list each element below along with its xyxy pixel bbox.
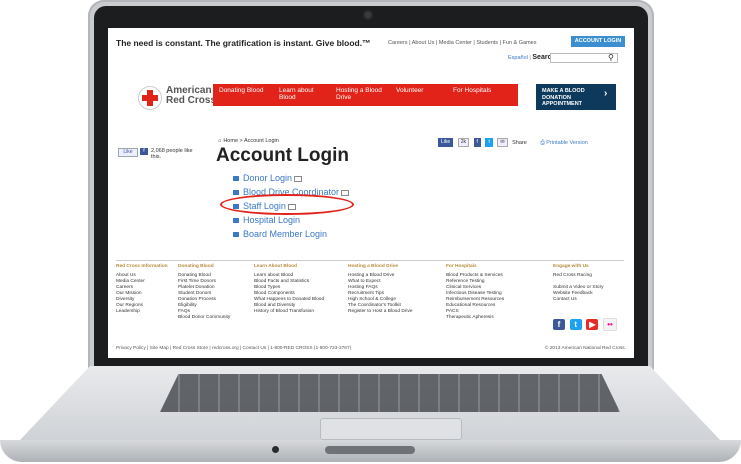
external-link-icon xyxy=(294,175,303,182)
account-login-button[interactable]: ACCOUNT LOGIN xyxy=(571,36,625,47)
laptop-base xyxy=(0,362,741,464)
top-links[interactable]: Careers | About Us | Media Center | Stud… xyxy=(388,40,536,46)
keyboard-deck xyxy=(20,366,720,440)
nav-learn-about-blood[interactable]: Learn about Blood xyxy=(279,87,323,101)
like-button[interactable]: Like xyxy=(438,138,454,147)
power-led-icon xyxy=(272,446,279,453)
printable-version-link[interactable]: ⎙ Printable Version xyxy=(540,140,588,146)
webcam-icon xyxy=(365,12,371,18)
facebook-icon[interactable]: f xyxy=(553,319,565,330)
facebook-icon: f xyxy=(140,148,148,155)
breadcrumb-text[interactable]: Home > Account Login xyxy=(223,138,279,144)
footer-link[interactable]: Blood Donor Community xyxy=(178,315,250,321)
nav-volunteer[interactable]: Volunteer xyxy=(396,87,446,94)
donor-login-link[interactable]: Donor Login xyxy=(233,173,349,187)
twitter-icon[interactable]: t xyxy=(569,319,582,330)
share-bar: Like 2k f t ✉ Share ⎙ Printable Version xyxy=(438,138,588,147)
bullet-icon xyxy=(233,232,239,238)
make-appointment-button[interactable]: MAKE A BLOOD DONATION APPOINTMENT › xyxy=(536,84,616,110)
cta-label: MAKE A BLOOD DONATION APPOINTMENT xyxy=(542,88,585,107)
people-like-text: 2,068 people like this. xyxy=(151,148,193,160)
footer-col-donating: Donating Blood Donating Blood First Time… xyxy=(178,264,250,321)
laptop-lid: The need is constant. The gratification … xyxy=(88,0,654,372)
footer-link[interactable]: History of Blood Transfusion xyxy=(254,309,344,315)
screen-bezel: The need is constant. The gratification … xyxy=(94,6,648,368)
logo-text: American Red Cross xyxy=(166,86,216,106)
tagline: The need is constant. The gratification … xyxy=(116,38,371,48)
red-cross-icon xyxy=(138,86,162,110)
keyboard xyxy=(160,374,620,412)
redcross-page: The need is constant. The gratification … xyxy=(108,28,634,358)
login-label: Donor Login xyxy=(243,173,293,183)
trackpad xyxy=(320,418,462,440)
login-label: Board Member Login xyxy=(243,229,328,239)
legal-footer: Privacy Policy | Site Map | Red Cross St… xyxy=(116,346,626,351)
top-strip: The need is constant. The gratification … xyxy=(116,36,626,48)
footer-col-hosting: Hosting a Blood Drive Hosting a Blood Dr… xyxy=(348,264,438,315)
footer-head: Hosting a Blood Drive xyxy=(348,264,399,269)
flickr-icon[interactable]: •• xyxy=(603,318,618,331)
footer-head: Donating Blood xyxy=(178,264,214,269)
footer-col-learn: Learn About Blood Learn about Blood Bloo… xyxy=(254,264,344,315)
footer-col-engage: Engage with Us Red Cross Racing Submit a… xyxy=(553,264,625,303)
footer-link[interactable]: Leadership xyxy=(116,309,176,315)
share-link[interactable]: Share xyxy=(512,140,527,146)
logo-line2: Red Cross xyxy=(166,95,217,106)
printable-label: Printable Version xyxy=(546,139,588,146)
footer-col-hospitals: For Hospitals Blood Products & Services … xyxy=(446,264,536,321)
laptop-screen: The need is constant. The gratification … xyxy=(108,28,634,358)
highlight-ring xyxy=(220,194,354,215)
footer-col-info: Red Cross Information About Us Media Cen… xyxy=(116,264,176,315)
copyright: © 2013 American National Red Cross. xyxy=(544,346,626,351)
nav-for-hospitals[interactable]: For Hospitals xyxy=(453,87,513,94)
espanol-link[interactable]: Español xyxy=(508,55,528,61)
breadcrumb: ⌂ Home > Account Login xyxy=(218,138,279,144)
youtube-icon[interactable]: ▶ xyxy=(586,319,599,330)
search-row: Español | Search xyxy=(508,54,556,61)
lid-notch xyxy=(325,446,415,454)
login-label: Hospital Login xyxy=(243,215,301,225)
board-member-login-link[interactable]: Board Member Login xyxy=(233,229,349,243)
bullet-icon xyxy=(233,190,239,196)
nav-hosting-blood-drive[interactable]: Hosting a Blood Drive xyxy=(336,87,382,101)
facebook-share-icon[interactable]: f xyxy=(473,138,481,147)
social-icons: f t ▶ •• xyxy=(553,318,620,331)
like-count: 2k xyxy=(457,138,469,147)
chevron-right-icon: › xyxy=(604,88,608,99)
hospital-login-link[interactable]: Hospital Login xyxy=(233,215,349,229)
footer-link[interactable]: Therapeutic Apheresis xyxy=(446,315,536,321)
bullet-icon xyxy=(233,176,239,182)
main-nav: Donating Blood Learn about Blood Hosting… xyxy=(213,84,518,106)
footer-divider xyxy=(116,260,624,261)
footer-link[interactable]: Register to Host a Blood Drive xyxy=(348,309,438,315)
page-title: Account Login xyxy=(216,145,349,166)
footer-head: Learn About Blood xyxy=(254,264,297,269)
home-icon[interactable]: ⌂ xyxy=(218,138,221,144)
external-link-icon xyxy=(341,189,350,196)
facebook-like-button[interactable]: Like xyxy=(118,148,138,157)
bullet-icon xyxy=(233,218,239,224)
footer-head: Engage with Us xyxy=(553,264,589,269)
footer-head: For Hospitals xyxy=(446,264,477,269)
twitter-share-icon[interactable]: t xyxy=(485,138,493,147)
email-share-icon[interactable]: ✉ xyxy=(497,138,508,147)
footer-link[interactable]: Contact Us xyxy=(553,297,625,303)
search-icon[interactable]: ⚲ xyxy=(608,53,616,62)
nav-donating-blood[interactable]: Donating Blood xyxy=(219,87,265,94)
footer-head: Red Cross Information xyxy=(116,264,168,269)
legal-links[interactable]: Privacy Policy | Site Map | Red Cross St… xyxy=(116,346,351,351)
